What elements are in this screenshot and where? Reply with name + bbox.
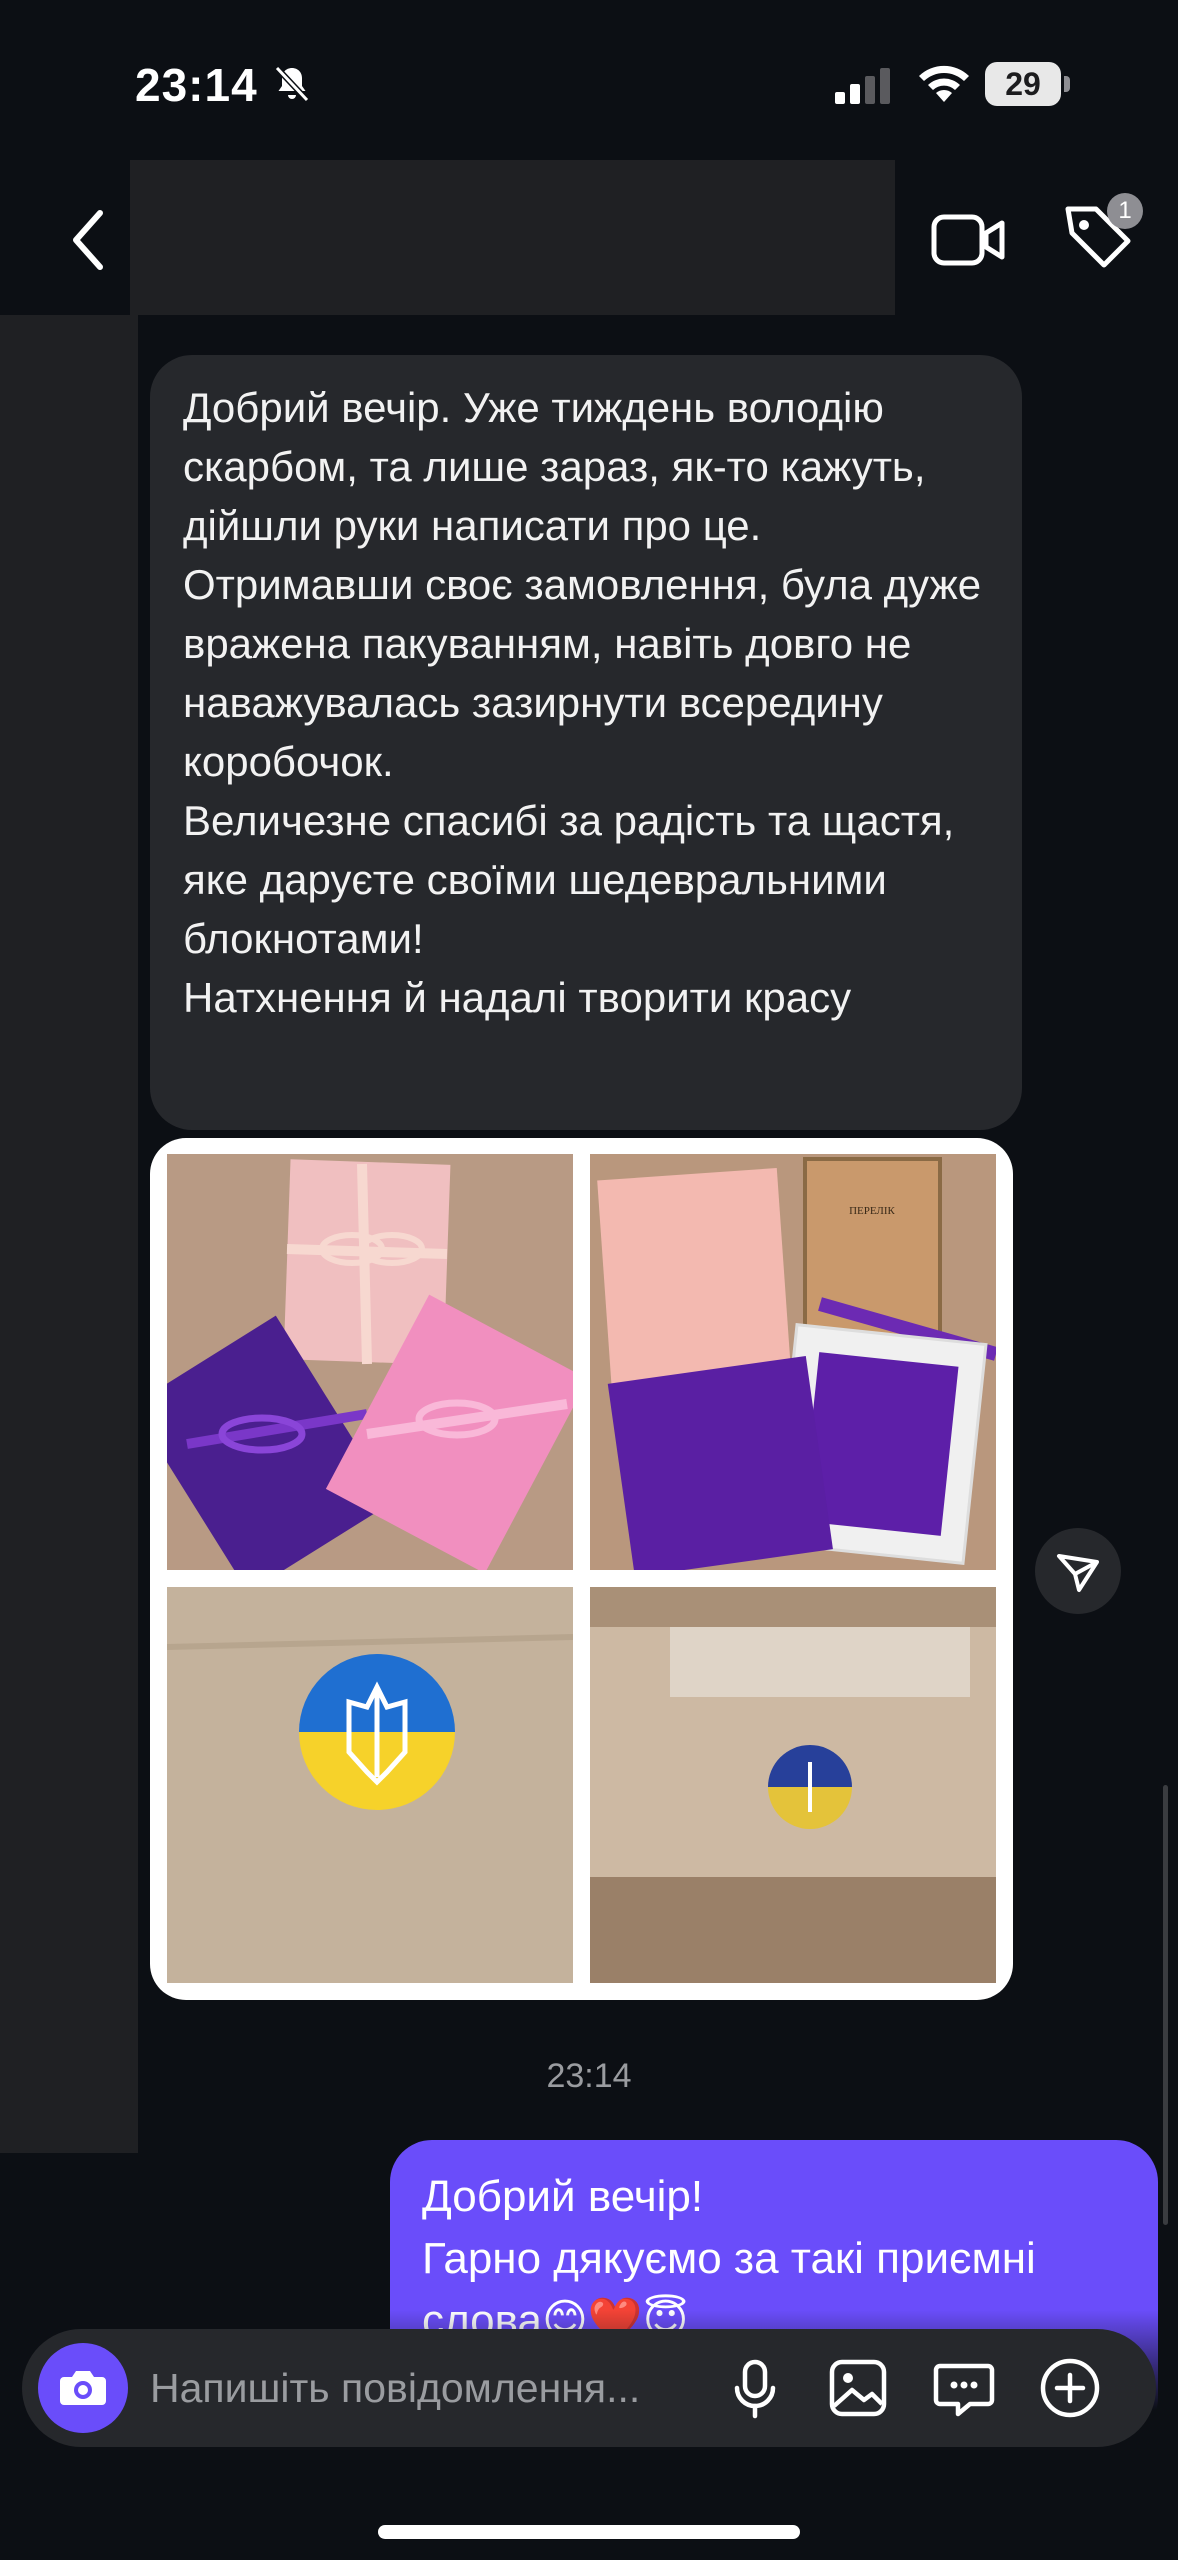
chevron-left-icon — [73, 210, 103, 270]
share-button[interactable] — [1035, 1528, 1121, 1614]
battery-icon: 29 — [985, 62, 1071, 106]
message-line: Гарно дякуємо за такі приємні — [422, 2234, 1036, 2283]
message-timestamp: 23:14 — [546, 2057, 632, 2095]
back-button[interactable] — [60, 195, 120, 285]
bell-slash-icon — [274, 65, 310, 103]
video-call-button[interactable] — [930, 205, 1008, 275]
photo-gift-boxes[interactable] — [167, 1154, 573, 1570]
avatar-column-redacted — [0, 315, 138, 2153]
message-paragraph: Натхнення й надалі творити красу — [183, 974, 852, 1021]
svg-text:ПЕРЕЛІК: ПЕРЕЛІК — [849, 1205, 895, 1217]
status-bar: 23:14 29 — [0, 0, 1178, 160]
camera-icon — [60, 2371, 106, 2405]
video-camera-icon — [931, 214, 1005, 266]
home-indicator[interactable] — [378, 2525, 800, 2539]
scrollbar[interactable] — [1163, 1785, 1168, 2225]
microphone-icon[interactable] — [715, 2348, 795, 2428]
incoming-message-text: Добрий вечір. Уже тиждень володію скарбо… — [183, 378, 1003, 1027]
wifi-icon — [919, 65, 969, 102]
contact-name-redacted[interactable] — [130, 160, 895, 315]
photo-ukraine-sticker[interactable] — [167, 1587, 573, 1983]
message-paragraph: Отримавши своє замовлення, була дуже вра… — [183, 561, 982, 785]
battery-level: 29 — [1005, 66, 1041, 102]
message-input[interactable]: Напишіть повідомлення... — [150, 2358, 710, 2418]
photo-collage[interactable]: ПЕРЕЛІК — [150, 1138, 1013, 2000]
gallery-icon[interactable] — [818, 2348, 898, 2428]
sticker-icon[interactable] — [924, 2348, 1004, 2428]
cellular-signal-icon — [835, 68, 890, 104]
status-time: 23:14 — [135, 59, 258, 111]
message-paragraph: Величезне спасибі за радість та щастя, я… — [183, 797, 955, 962]
message-line: Добрий вечір! — [422, 2172, 704, 2221]
send-icon — [1057, 1554, 1099, 1592]
photo-notebooks[interactable]: ПЕРЕЛІК — [590, 1154, 996, 1570]
photo-parcel[interactable] — [590, 1587, 996, 1983]
camera-button[interactable] — [38, 2343, 128, 2433]
tag-badge: 1 — [1107, 193, 1143, 229]
add-icon[interactable] — [1030, 2348, 1110, 2428]
message-paragraph: Добрий вечір. Уже тиждень володію скарбо… — [183, 384, 926, 549]
